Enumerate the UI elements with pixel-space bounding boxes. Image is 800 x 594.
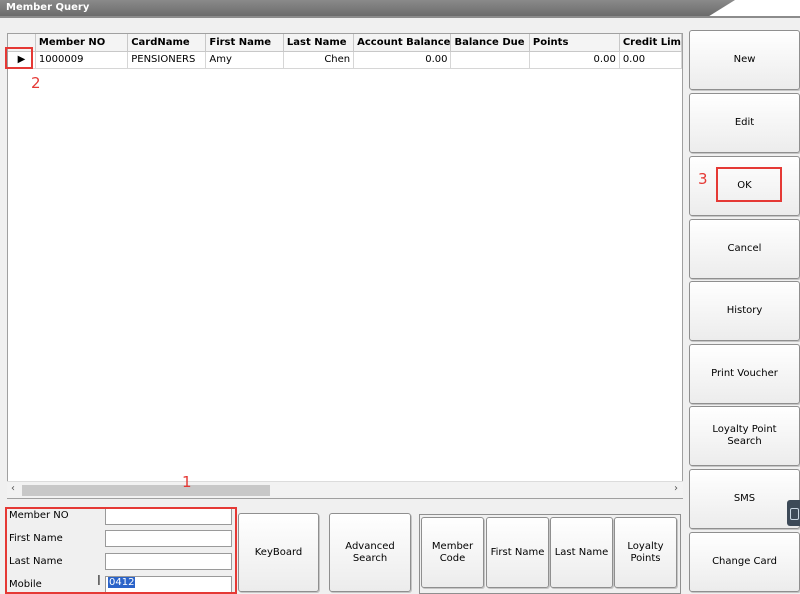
horizontal-scrollbar[interactable]: ‹ › bbox=[7, 481, 683, 498]
sms-button[interactable]: SMS bbox=[689, 469, 800, 529]
annotation-label-1: 1 bbox=[182, 473, 192, 491]
table-row[interactable]: ▶ 1000009 PENSIONERS Amy Chen 0.00 0.00 … bbox=[8, 51, 683, 69]
cell-points[interactable]: 0.00 bbox=[529, 51, 620, 69]
scroll-right-icon[interactable]: › bbox=[674, 483, 678, 494]
annotation-box-search-fields bbox=[5, 507, 237, 594]
window-title: Member Query bbox=[6, 2, 90, 13]
cell-card-name[interactable]: PENSIONERS bbox=[127, 51, 207, 69]
column-header-first-name[interactable]: First Name bbox=[205, 34, 284, 52]
column-header-points[interactable]: Points bbox=[529, 34, 620, 52]
scrollbar-thumb[interactable] bbox=[22, 485, 270, 496]
cell-balance-due[interactable] bbox=[450, 51, 530, 69]
column-header-last-name[interactable]: Last Name bbox=[283, 34, 355, 52]
column-header-card-name[interactable]: CardName bbox=[127, 34, 207, 52]
annotation-label-2: 2 bbox=[31, 74, 41, 92]
column-header-member-no[interactable]: Member NO bbox=[35, 34, 129, 52]
loyalty-points-button[interactable]: Loyalty Points bbox=[614, 517, 677, 588]
history-button[interactable]: History bbox=[689, 281, 800, 341]
annotation-label-3: 3 bbox=[698, 170, 708, 188]
column-header-balance-due[interactable]: Balance Due bbox=[450, 34, 530, 52]
loyalty-point-search-button[interactable]: Loyalty Point Search bbox=[689, 406, 800, 466]
title-tab bbox=[0, 0, 735, 16]
cell-last-name[interactable]: Chen bbox=[283, 51, 355, 69]
print-voucher-button[interactable]: Print Voucher bbox=[689, 344, 800, 404]
first-name-sort-button[interactable]: First Name bbox=[486, 517, 549, 588]
member-code-button[interactable]: Member Code bbox=[421, 517, 484, 588]
header-row: Member NO CardName First Name Last Name … bbox=[8, 34, 683, 52]
cell-first-name[interactable]: Amy bbox=[205, 51, 284, 69]
column-header-credit-limit[interactable]: Credit Lim bbox=[619, 34, 683, 52]
advanced-search-button[interactable]: Advanced Search bbox=[329, 513, 411, 592]
results-table: Member NO CardName First Name Last Name … bbox=[8, 34, 683, 69]
annotation-box-row-selector bbox=[5, 47, 33, 69]
title-bar: Member Query bbox=[0, 0, 800, 18]
member-results-grid[interactable]: Member NO CardName First Name Last Name … bbox=[7, 33, 683, 499]
last-name-sort-button[interactable]: Last Name bbox=[550, 517, 613, 588]
title-underline bbox=[0, 16, 800, 18]
cell-credit-limit[interactable]: 0.00 bbox=[619, 51, 683, 69]
side-panel-tab-icon[interactable] bbox=[787, 500, 800, 526]
cell-account-balance[interactable]: 0.00 bbox=[353, 51, 452, 69]
column-header-account-balance[interactable]: Account Balance bbox=[353, 34, 452, 52]
scroll-left-icon[interactable]: ‹ bbox=[11, 483, 15, 494]
annotation-box-ok-button bbox=[716, 167, 782, 202]
cell-member-no[interactable]: 1000009 bbox=[35, 51, 129, 69]
change-card-button[interactable]: Change Card bbox=[689, 532, 800, 592]
new-button[interactable]: New bbox=[689, 30, 800, 90]
edit-button[interactable]: Edit bbox=[689, 93, 800, 153]
cancel-button[interactable]: Cancel bbox=[689, 219, 800, 279]
keyboard-button[interactable]: KeyBoard bbox=[238, 513, 319, 592]
